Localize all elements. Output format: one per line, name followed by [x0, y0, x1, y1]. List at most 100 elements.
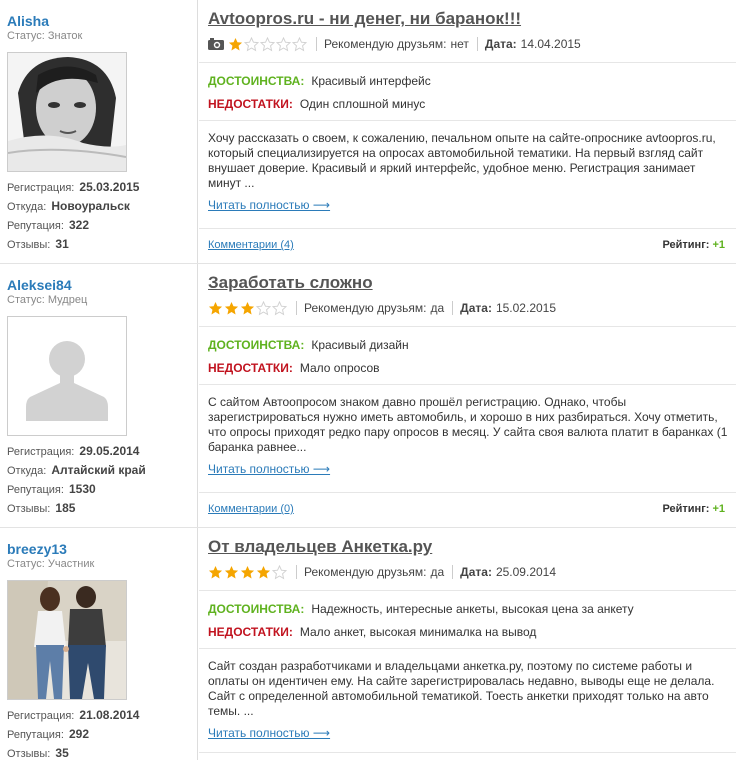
review-item: breezy13 Статус: Участник Регистрация: 2…: [0, 528, 736, 760]
recommend-value: нет: [450, 37, 469, 51]
user-status: Статус: Знаток: [7, 30, 83, 42]
divider: [199, 648, 736, 649]
review-date: 15.02.2015: [495, 301, 557, 315]
star-filled-icon: [240, 565, 255, 578]
user-avatar[interactable]: [7, 52, 127, 172]
star-filled-icon: [240, 301, 255, 314]
read-more-link[interactable]: Читать полностью ⟶: [208, 198, 330, 212]
pros-label: ДОСТОИНСТВА:: [208, 338, 305, 352]
star-filled-icon: [256, 565, 271, 578]
star-filled-icon: [208, 301, 223, 314]
star-filled-icon: [224, 301, 239, 314]
star-filled-icon: [224, 565, 239, 578]
username-link[interactable]: Aleksei84: [7, 277, 72, 293]
star-rating: [208, 564, 288, 580]
read-more-link[interactable]: Читать полностью ⟶: [208, 726, 330, 740]
username-link[interactable]: breezy13: [7, 541, 67, 557]
divider: [316, 37, 317, 51]
star-empty-icon: [260, 36, 275, 51]
user-reputation: Репутация: 1530: [7, 482, 96, 496]
pros-text: Надежность, интересные анкеты, высокая ц…: [311, 602, 634, 616]
user-reputation: Репутация: 292: [7, 727, 90, 741]
divider: [452, 565, 454, 579]
user-status: Статус: Мудрец: [7, 294, 88, 306]
user-card: breezy13 Статус: Участник Регистрация: 2…: [0, 528, 198, 760]
user-card: Alisha Статус: Знаток Регистрация: 25.03…: [0, 0, 198, 263]
user-location: Откуда: Новоуральск: [7, 199, 130, 213]
divider: [452, 301, 454, 315]
user-status: Статус: Участник: [7, 558, 95, 570]
comments-link[interactable]: Комментарии (4): [208, 239, 294, 251]
divider: [476, 37, 478, 51]
review-excerpt: Сайт создан разработчиками и владельцами…: [208, 659, 715, 718]
star-empty-icon: [256, 300, 271, 315]
user-location: Откуда: Алтайский край: [7, 463, 146, 477]
divider: [296, 565, 297, 579]
review-meta: Рекомендую друзьям: нет Дата: 14.04.2015: [208, 36, 581, 52]
comments-link[interactable]: Комментарии (0): [208, 503, 294, 515]
camera-icon: [208, 38, 224, 50]
divider: [199, 62, 736, 63]
user-registration: Регистрация: 25.03.2015: [7, 180, 140, 194]
star-empty-icon: [244, 36, 259, 51]
review-body: Avtoopros.ru - ни денег, ни баранок!!! Р…: [199, 0, 736, 263]
divider: [199, 326, 736, 327]
user-avatar[interactable]: [7, 580, 127, 700]
review-item: Aleksei84 Статус: Мудрец Регистрация: 29…: [0, 264, 736, 528]
recommend-value: да: [430, 301, 445, 315]
cons-label: НЕДОСТАТКИ:: [208, 361, 293, 375]
review-title[interactable]: Заработать сложно: [208, 273, 373, 293]
review-cons: НЕДОСТАТКИ: Мало опросов: [208, 361, 380, 375]
review-item: Alisha Статус: Знаток Регистрация: 25.03…: [0, 0, 736, 264]
star-empty-icon: [272, 564, 287, 579]
star-rating: [228, 36, 308, 52]
date-label: Дата:: [460, 301, 492, 315]
cons-label: НЕДОСТАТКИ:: [208, 625, 293, 639]
review-pros: ДОСТОИНСТВА: Надежность, интересные анкет…: [208, 602, 634, 616]
divider: [199, 492, 736, 493]
recommend-label: Рекомендую друзьям:: [304, 565, 427, 579]
review-excerpt: С сайтом Автоопросом знаком давно прошёл…: [208, 395, 728, 454]
star-filled-icon: [208, 565, 223, 578]
date-label: Дата:: [484, 37, 517, 51]
woman-photo-icon: [8, 53, 126, 171]
pros-label: ДОСТОИНСТВА:: [208, 602, 305, 616]
pros-text: Красивый интерфейс: [311, 74, 431, 88]
user-card: Aleksei84 Статус: Мудрец Регистрация: 29…: [0, 264, 198, 527]
review-meta: Рекомендую друзьям: да Дата: 15.02.2015: [208, 300, 556, 316]
user-registration: Регистрация: 29.05.2014: [7, 444, 140, 458]
recommend-label: Рекомендую друзьям:: [324, 37, 447, 51]
star-empty-icon: [276, 36, 291, 51]
divider: [199, 228, 736, 229]
user-reviews-count: Отзывы: 185: [7, 501, 76, 515]
user-reviews-count: Отзывы: 35: [7, 746, 69, 760]
review-body: От владельцев Анкетка.ру Рекомендую друз…: [199, 528, 736, 760]
recommend-value: да: [430, 565, 445, 579]
user-avatar[interactable]: [7, 316, 127, 436]
cons-text: Мало опросов: [299, 361, 380, 375]
default-avatar-icon: [8, 317, 126, 435]
couple-photo-icon: [8, 581, 126, 699]
review-cons: НЕДОСТАТКИ: Мало анкет, высокая минималка…: [208, 625, 536, 639]
cons-text: Мало анкет, высокая минималка на вывод: [299, 625, 537, 639]
divider: [199, 384, 736, 385]
pros-text: Красивый дизайн: [311, 338, 409, 352]
review-title[interactable]: От владельцев Анкетка.ру: [208, 537, 432, 557]
cons-label: НЕДОСТАТКИ:: [208, 97, 293, 111]
rating-value: +1: [712, 503, 725, 515]
review-body: Заработать сложно Рекомендую друзьям: да…: [199, 264, 736, 527]
divider: [199, 120, 736, 121]
review-rating: Рейтинг: +1: [662, 503, 725, 515]
review-rating: Рейтинг: +1: [662, 239, 725, 251]
divider: [199, 590, 736, 591]
user-reputation: Репутация: 322: [7, 218, 90, 232]
star-filled-icon: [228, 37, 243, 50]
review-excerpt: Хочу рассказать о своем, к сожалению, пе…: [208, 131, 716, 190]
username-link[interactable]: Alisha: [7, 13, 49, 29]
review-title[interactable]: Avtoopros.ru - ни денег, ни баранок!!!: [208, 9, 521, 29]
read-more-link[interactable]: Читать полностью ⟶: [208, 462, 330, 476]
recommend-label: Рекомендую друзьям:: [304, 301, 427, 315]
divider: [199, 752, 736, 753]
divider: [296, 301, 297, 315]
star-empty-icon: [272, 300, 287, 315]
